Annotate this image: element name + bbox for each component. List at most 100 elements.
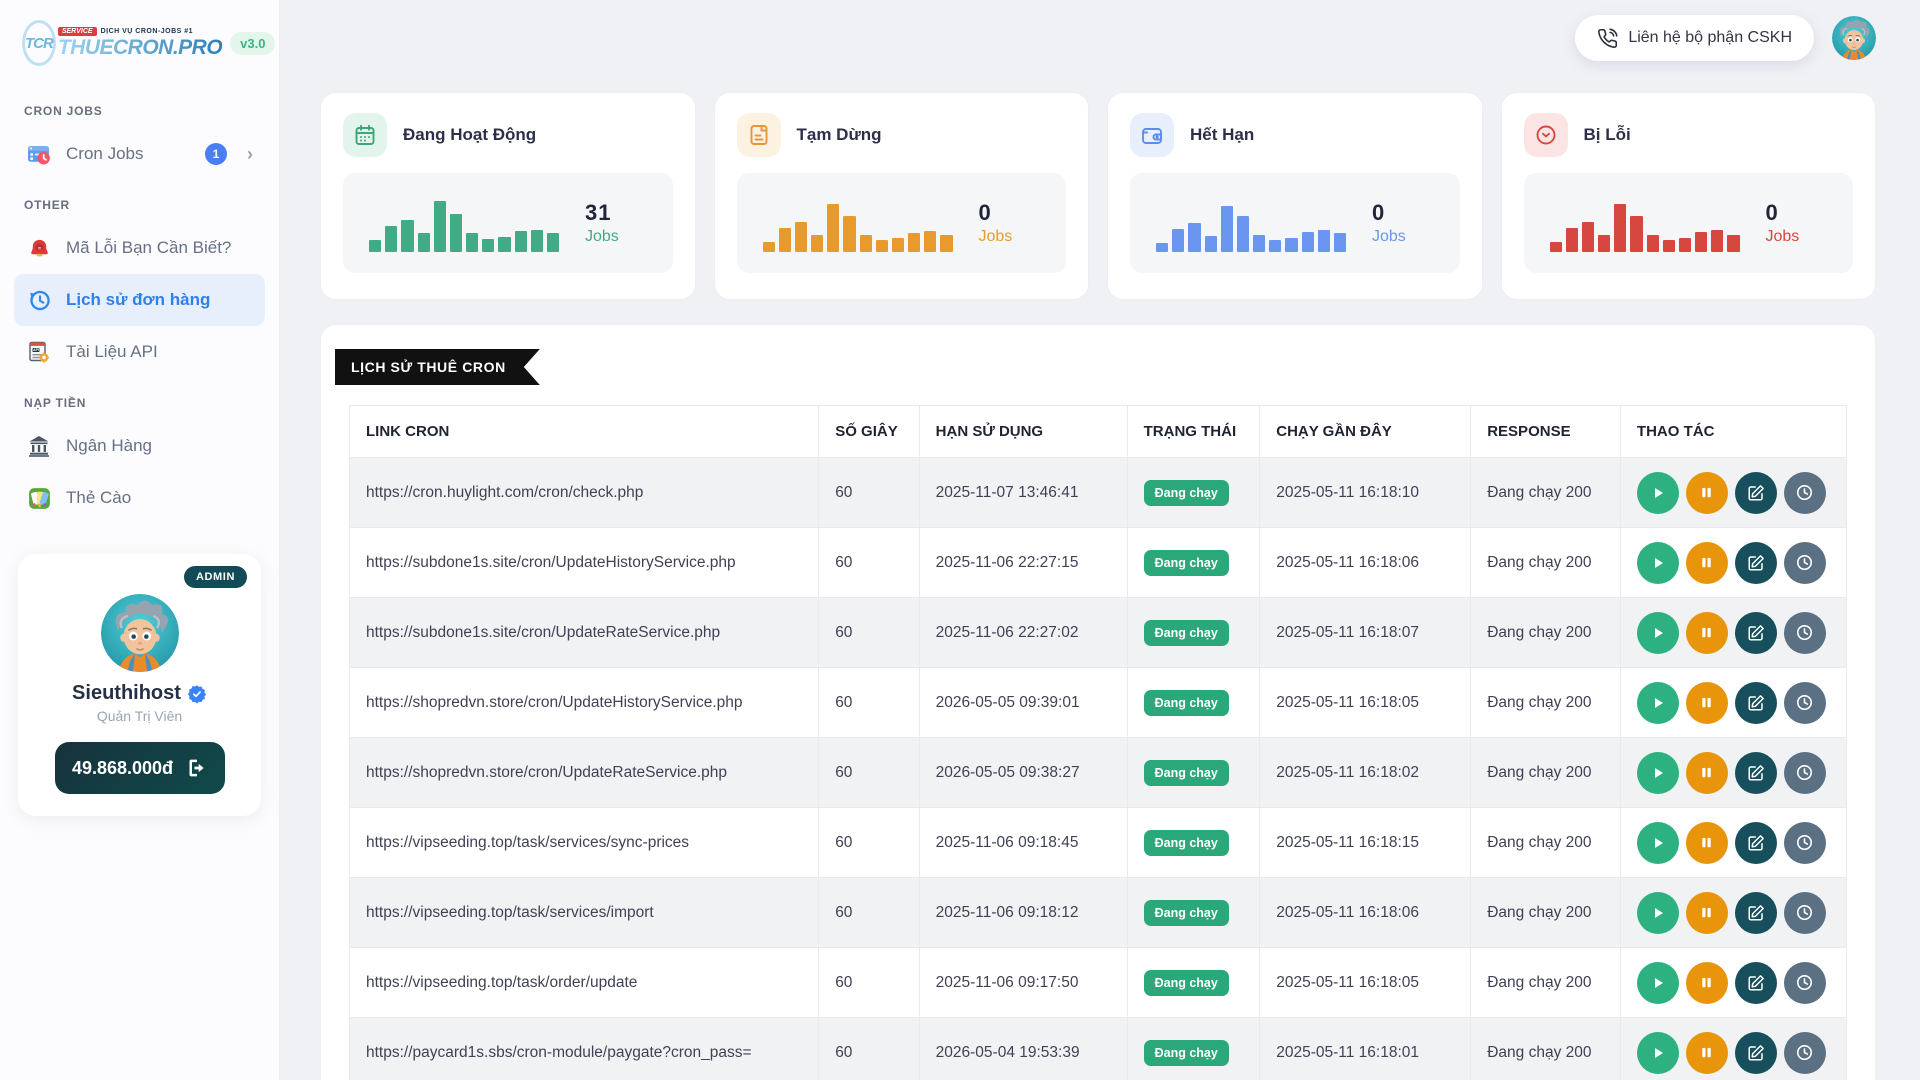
edit-button[interactable] [1735, 682, 1777, 724]
sidebar-item-cron-jobs[interactable]: Cron Jobs 1› [14, 128, 265, 180]
play-button[interactable] [1637, 962, 1679, 1004]
support-button[interactable]: Liên hệ bộ phận CSKH [1575, 15, 1814, 61]
play-icon [1650, 555, 1666, 571]
history-button[interactable] [1784, 1032, 1826, 1074]
pause-icon [1699, 1045, 1714, 1060]
mini-bar [1663, 240, 1675, 252]
mini-bar [434, 201, 446, 252]
edit-button[interactable] [1735, 892, 1777, 934]
mini-bar [763, 242, 775, 252]
cell-expires: 2026-05-04 19:53:39 [919, 1018, 1127, 1080]
mini-bar [369, 240, 381, 252]
mini-bar [498, 237, 510, 252]
mini-bar [531, 230, 543, 252]
edit-icon [1747, 904, 1765, 922]
cell-actions [1620, 878, 1846, 948]
edit-button[interactable] [1735, 962, 1777, 1004]
cell-last-run: 2025-05-11 16:18:15 [1260, 808, 1471, 878]
pause-button[interactable] [1686, 1032, 1728, 1074]
edit-button[interactable] [1735, 752, 1777, 794]
play-button[interactable] [1637, 542, 1679, 584]
history-button[interactable] [1784, 822, 1826, 864]
sidebar-item-bank[interactable]: Ngân Hàng [14, 420, 265, 472]
sidebar-item-label: Lịch sử đơn hàng [66, 290, 210, 310]
history-button[interactable] [1784, 682, 1826, 724]
topbar-avatar[interactable] [1832, 16, 1876, 60]
edit-icon [1747, 974, 1765, 992]
cell-status: Đang chạy [1127, 528, 1260, 598]
play-button[interactable] [1637, 472, 1679, 514]
cell-expires: 2025-11-06 22:27:02 [919, 598, 1127, 668]
play-button[interactable] [1637, 892, 1679, 934]
play-button[interactable] [1637, 612, 1679, 654]
history-button[interactable] [1784, 542, 1826, 584]
play-button[interactable] [1637, 752, 1679, 794]
column-header: SỐ GIÂY [819, 406, 919, 458]
pause-button[interactable] [1686, 612, 1728, 654]
cell-link: https://shopredvn.store/cron/UpdateRateS… [350, 738, 819, 808]
clock-icon [1795, 1043, 1814, 1062]
cell-seconds: 60 [819, 878, 919, 948]
topbar: Liên hệ bộ phận CSKH [320, 0, 1876, 76]
pause-button[interactable] [1686, 682, 1728, 724]
sidebar-item-error-codes[interactable]: !!! Mã Lỗi Bạn Cần Biết? [14, 222, 265, 274]
mini-bar [1550, 242, 1562, 252]
pause-button[interactable] [1686, 752, 1728, 794]
play-icon [1650, 1045, 1666, 1061]
mini-bar [892, 238, 904, 253]
play-button[interactable] [1637, 822, 1679, 864]
mini-bar [1566, 228, 1578, 252]
history-button[interactable] [1784, 892, 1826, 934]
balance-logout-button[interactable]: 49.868.000đ [55, 742, 225, 794]
table-row: https://vipseeding.top/task/services/imp… [350, 878, 1847, 948]
edit-button[interactable] [1735, 1032, 1777, 1074]
pause-button[interactable] [1686, 892, 1728, 934]
history-button[interactable] [1784, 612, 1826, 654]
cell-status: Đang chạy [1127, 738, 1260, 808]
svg-text:!!!: !!! [37, 246, 41, 250]
pause-button[interactable] [1686, 962, 1728, 1004]
table-row: https://subdone1s.site/cron/UpdateHistor… [350, 528, 1847, 598]
edit-button[interactable] [1735, 472, 1777, 514]
stat-value: 0 [1766, 200, 1800, 226]
cell-last-run: 2025-05-11 16:18:06 [1260, 528, 1471, 598]
table-row: https://shopredvn.store/cron/UpdateRateS… [350, 738, 1847, 808]
edit-button[interactable] [1735, 612, 1777, 654]
row-actions [1637, 1032, 1830, 1074]
sidebar-item-order-history[interactable]: Lịch sử đơn hàng [14, 274, 265, 326]
cell-last-run: 2025-05-11 16:18:10 [1260, 458, 1471, 528]
phone-icon [1597, 28, 1618, 49]
pause-icon [1699, 765, 1714, 780]
history-button[interactable] [1784, 472, 1826, 514]
row-actions [1637, 752, 1830, 794]
play-button[interactable] [1637, 1032, 1679, 1074]
cell-response: Đang chạy 200 [1471, 598, 1621, 668]
play-icon [1650, 905, 1666, 921]
stat-card-title: Hết Hạn [1190, 125, 1254, 145]
pause-button[interactable] [1686, 542, 1728, 584]
pause-button[interactable] [1686, 472, 1728, 514]
sidebar-item-api-docs[interactable]: API Tài Liệu API [14, 326, 265, 378]
cell-expires: 2025-11-06 09:17:50 [919, 948, 1127, 1018]
cell-response: Đang chạy 200 [1471, 1018, 1621, 1080]
mini-bar [1302, 232, 1314, 252]
sidebar-item-scratch-card[interactable]: Thẻ Cào [14, 472, 265, 524]
edit-button[interactable] [1735, 822, 1777, 864]
logout-icon [187, 758, 207, 778]
notification-badge: 1 [205, 143, 227, 165]
cell-link: https://cron.huylight.com/cron/check.php [350, 458, 819, 528]
panel-ribbon-title: LỊCH SỬ THUÊ CRON [335, 349, 540, 385]
mini-bar [1711, 230, 1723, 252]
play-button[interactable] [1637, 682, 1679, 724]
cell-link: https://subdone1s.site/cron/UpdateHistor… [350, 528, 819, 598]
brand-logo[interactable]: TCR SERVICE DỊCH VỤ CRON-JOBS #1 THUECRO… [14, 14, 265, 86]
edit-button[interactable] [1735, 542, 1777, 584]
history-button[interactable] [1784, 962, 1826, 1004]
pause-icon [1699, 975, 1714, 990]
clock-icon [1795, 693, 1814, 712]
version-badge: v3.0 [230, 32, 275, 55]
pause-button[interactable] [1686, 822, 1728, 864]
history-button[interactable] [1784, 752, 1826, 794]
cell-link: https://vipseeding.top/task/services/imp… [350, 878, 819, 948]
nav-section-label: NẠP TIỀN [14, 378, 265, 420]
